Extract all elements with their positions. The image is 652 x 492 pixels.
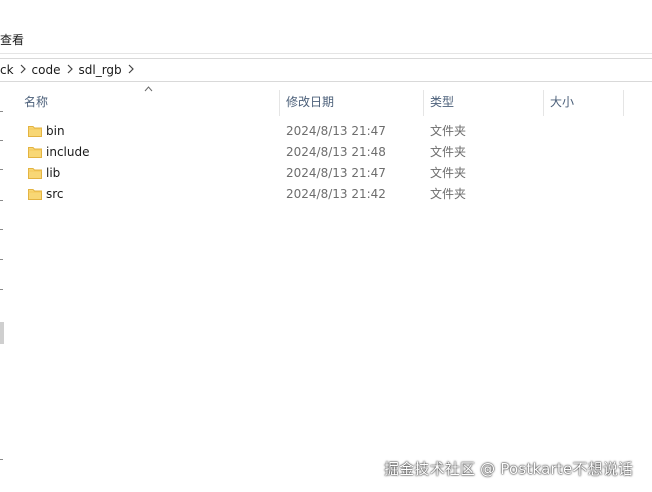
file-name: src <box>46 187 64 201</box>
column-header-size[interactable]: 大小 <box>544 88 624 116</box>
file-modified: 2024/8/13 21:48 <box>286 145 386 159</box>
chevron-right-icon[interactable] <box>63 64 77 77</box>
folder-icon <box>28 166 42 180</box>
file-name: include <box>46 145 90 159</box>
list-item[interactable]: bin 2024/8/13 21:47 文件夹 <box>18 121 624 142</box>
file-name: lib <box>46 166 61 180</box>
nav-tick <box>0 200 3 201</box>
watermark: 掘金技术社区 @ Postkarte不想说话 <box>384 460 634 478</box>
list-item[interactable]: include 2024/8/13 21:48 文件夹 <box>18 142 624 163</box>
nav-scrollbar-thumb[interactable] <box>0 322 4 344</box>
nav-tick <box>0 229 3 230</box>
file-modified: 2024/8/13 21:47 <box>286 124 386 138</box>
breadcrumb-item-parent[interactable]: ck <box>0 63 16 77</box>
file-type: 文件夹 <box>430 145 467 159</box>
list-item[interactable]: src 2024/8/13 21:42 文件夹 <box>18 184 624 205</box>
column-header-name[interactable]: 名称 <box>18 88 280 116</box>
nav-tick <box>0 111 3 112</box>
breadcrumb-item-sdl-rgb[interactable]: sdl_rgb <box>77 63 124 77</box>
file-type: 文件夹 <box>430 166 467 180</box>
folder-icon <box>28 124 42 138</box>
ribbon: 查看 <box>0 0 652 54</box>
list-item[interactable]: lib 2024/8/13 21:47 文件夹 <box>18 163 624 184</box>
navigation-pane[interactable] <box>0 83 6 492</box>
breadcrumb[interactable]: ck code sdl_rgb <box>0 58 652 82</box>
file-modified: 2024/8/13 21:42 <box>286 187 386 201</box>
file-name: bin <box>46 124 65 138</box>
column-header-modified[interactable]: 修改日期 <box>280 88 424 116</box>
breadcrumb-item-code[interactable]: code <box>30 63 63 77</box>
file-list: bin 2024/8/13 21:47 文件夹 include 2024/8/1… <box>18 121 652 205</box>
nav-tick <box>0 289 3 290</box>
folder-icon <box>28 145 42 159</box>
column-header-type[interactable]: 类型 <box>424 88 544 116</box>
chevron-right-icon[interactable] <box>124 64 138 77</box>
chevron-right-icon[interactable] <box>16 64 30 77</box>
file-type: 文件夹 <box>430 124 467 138</box>
view-tab[interactable]: 查看 <box>0 31 24 48</box>
file-modified: 2024/8/13 21:47 <box>286 166 386 180</box>
nav-tick <box>0 459 3 460</box>
folder-icon <box>28 187 42 201</box>
nav-tick <box>0 259 3 260</box>
column-header-row: 名称 修改日期 类型 大小 <box>18 88 652 116</box>
column-divider[interactable] <box>623 90 624 116</box>
nav-tick <box>0 169 3 170</box>
file-explorer-window: 查看 ck code sdl_rgb 名称 修改日期 类型 大小 bin 202… <box>0 0 652 492</box>
nav-tick <box>0 140 3 141</box>
file-type: 文件夹 <box>430 187 467 201</box>
